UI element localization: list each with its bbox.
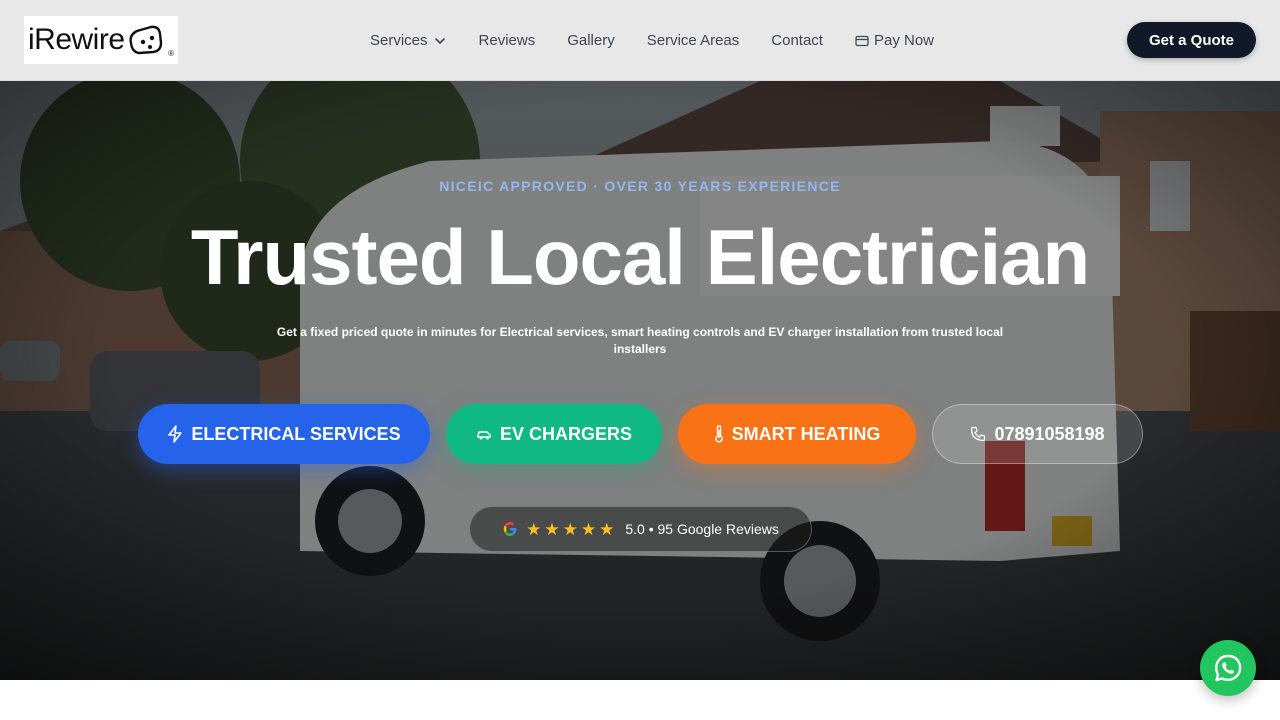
google-icon <box>503 522 517 536</box>
electrical-services-button[interactable]: ELECTRICAL SERVICES <box>138 404 430 464</box>
star-icon: ★ <box>544 519 560 539</box>
logo-text: iRewire <box>28 23 125 56</box>
star-icon: ★ <box>599 519 615 539</box>
star-rating: ★ ★ ★ ★ ★ <box>526 521 617 538</box>
hero-eyebrow: NICEIC APPROVED · OVER 30 YEARS EXPERIEN… <box>439 178 841 194</box>
phone-icon <box>971 426 986 442</box>
hero-dark-overlay <box>0 81 1280 680</box>
thermometer-icon <box>714 425 723 443</box>
hero-section: NICEIC APPROVED · OVER 30 YEARS EXPERIEN… <box>0 81 1280 680</box>
car-icon <box>477 431 491 440</box>
hero-title: Trusted Local Electrician <box>190 213 1090 301</box>
google-reviews-badge[interactable]: ★ ★ ★ ★ ★ 5.0 • 95 Google Reviews <box>469 506 812 552</box>
nav-item-label: Service Areas <box>646 32 740 49</box>
plug-icon <box>128 25 162 55</box>
nav-item-label: Contact <box>771 32 823 49</box>
smart-heating-button[interactable]: SMART HEATING <box>678 404 916 464</box>
hero-subtitle: Get a fixed priced quote in minutes for … <box>276 325 1004 356</box>
button-label: 07891058198 <box>994 423 1105 444</box>
nav-item-services[interactable]: Services <box>370 32 447 49</box>
button-label: ELECTRICAL SERVICES <box>191 423 401 444</box>
nav-item-reviews[interactable]: Reviews <box>479 32 536 49</box>
button-label: SMART HEATING <box>731 423 881 444</box>
nav-item-contact[interactable]: Contact <box>771 32 823 49</box>
nav-item-service-areas[interactable]: Service Areas <box>647 32 740 49</box>
whatsapp-chat-button[interactable] <box>1200 640 1256 696</box>
credit-card-icon <box>855 35 869 46</box>
main-nav: Services Reviews Gallery Service Areas C… <box>370 0 934 81</box>
nav-item-label: Pay Now <box>873 32 935 49</box>
reviews-text: 5.0 • 95 Google Reviews <box>625 521 779 537</box>
star-icon: ★ <box>526 519 542 539</box>
star-icon: ★ <box>562 519 578 539</box>
nav-item-label: Services <box>370 32 428 49</box>
lightning-icon <box>168 425 183 443</box>
nav-item-label: Reviews <box>478 32 536 49</box>
button-label: EV CHARGERS <box>499 423 633 444</box>
registered-mark-icon: ® <box>168 49 174 58</box>
nav-item-label: Gallery <box>567 32 615 49</box>
phone-call-button[interactable]: 07891058198 <box>932 404 1143 464</box>
ev-chargers-button[interactable]: EV CHARGERS <box>446 404 662 464</box>
star-icon: ★ <box>580 519 597 539</box>
get-quote-button[interactable]: Get a Quote <box>1127 22 1256 58</box>
chevron-down-icon <box>434 37 445 44</box>
site-header: iRewire ® Services Reviews Gallery Servi… <box>0 0 1280 81</box>
nav-item-gallery[interactable]: Gallery <box>567 32 615 49</box>
logo[interactable]: iRewire ® <box>24 16 178 64</box>
nav-item-pay-now[interactable]: Pay Now <box>855 32 934 49</box>
whatsapp-icon <box>1215 654 1242 682</box>
